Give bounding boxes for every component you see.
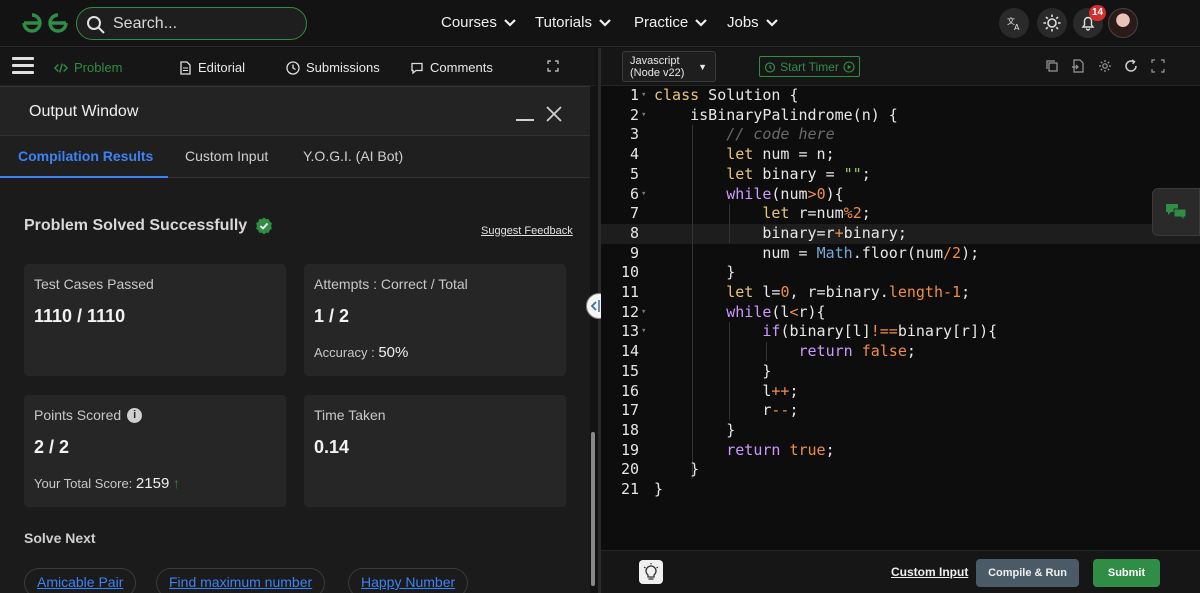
alarm-icon xyxy=(765,61,776,73)
menu-icon[interactable] xyxy=(12,57,34,75)
nav-practice[interactable]: Practice xyxy=(634,14,708,31)
total-score-line: Your Total Score: 2159 ↑ xyxy=(34,475,180,492)
translate-icon[interactable]: 文A xyxy=(999,8,1029,38)
tab-comments-label: Comments xyxy=(430,60,493,75)
fullscreen-icon[interactable] xyxy=(1151,59,1165,73)
theme-toggle-icon[interactable] xyxy=(1037,8,1067,38)
points-card: Points Scored i 2 / 2 Your Total Score: 2… xyxy=(24,395,286,507)
nav-jobs[interactable]: Jobs xyxy=(727,14,779,31)
status-heading: Problem Solved Successfully xyxy=(24,217,273,235)
start-timer-label: Start Timer xyxy=(780,59,839,74)
editor-bottom-bar: Custom Input Compile & Run Submit xyxy=(601,550,1200,593)
expand-icon[interactable] xyxy=(547,60,559,72)
caret-down-icon: ▼ xyxy=(698,62,707,72)
hint-bulb-icon[interactable] xyxy=(639,560,663,584)
language-select[interactable]: Javascript (Node v22) ▼ xyxy=(622,51,716,82)
points-value: 2 / 2 xyxy=(34,437,70,457)
attempts-label: Attempts : Correct / Total xyxy=(314,276,468,292)
solve-next-chip[interactable]: Find maximum number xyxy=(156,568,326,593)
points-label-row: Points Scored i xyxy=(34,407,143,423)
solve-next-chip[interactable]: Happy Number xyxy=(348,568,469,593)
document-icon xyxy=(180,60,191,75)
settings-gear-icon[interactable] xyxy=(1098,59,1112,73)
custom-input-button[interactable]: Custom Input xyxy=(891,565,968,579)
nav-courses-label: Courses xyxy=(441,14,497,31)
accuracy-value: 50% xyxy=(378,344,409,361)
check-badge-icon xyxy=(256,217,273,235)
code-editor[interactable]: 1 ▾ class Solution { 2 ▾ isBinaryPalindrome… xyxy=(601,86,1200,550)
output-window-title: Output Window xyxy=(29,103,139,120)
tab-editorial-label: Editorial xyxy=(198,60,245,75)
solve-next-heading: Solve Next xyxy=(24,530,96,546)
time-value: 0.14 xyxy=(314,437,350,457)
play-icon xyxy=(843,60,855,73)
chevron-down-icon xyxy=(765,18,778,27)
info-icon[interactable]: i xyxy=(127,407,143,423)
start-timer-button[interactable]: Start Timer xyxy=(759,56,860,77)
top-navbar: Search... Courses Tutorials Practice Job… xyxy=(0,0,1200,47)
chat-icon[interactable] xyxy=(1152,188,1200,236)
tab-custom-input[interactable]: Custom Input xyxy=(185,148,268,164)
chevron-down-icon xyxy=(504,18,516,27)
nav-courses[interactable]: Courses xyxy=(441,14,517,31)
time-label: Time Taken xyxy=(314,407,386,423)
solve-next-chip[interactable]: Amicable Pair xyxy=(24,568,137,593)
test-cases-label: Test Cases Passed xyxy=(34,276,154,292)
nav-tutorials[interactable]: Tutorials xyxy=(535,14,612,31)
tab-yogi-ai-bot[interactable]: Y.O.G.I. (AI Bot) xyxy=(303,148,403,164)
test-cases-value: 1110 / 1110 xyxy=(34,306,126,326)
active-tab-indicator xyxy=(0,176,168,178)
accuracy-label: Accuracy : xyxy=(314,345,375,360)
chevron-down-icon xyxy=(695,18,707,27)
clock-icon xyxy=(286,60,300,75)
nav-practice-label: Practice xyxy=(634,14,689,31)
svg-text:A: A xyxy=(1014,23,1020,31)
gfg-logo[interactable] xyxy=(20,9,70,37)
copy-icon[interactable] xyxy=(1045,59,1059,73)
nav-tutorials-label: Tutorials xyxy=(535,14,592,31)
total-score-label: Your Total Score: xyxy=(34,476,133,491)
tab-problem[interactable]: Problem xyxy=(54,60,122,75)
suggest-feedback-link[interactable]: Suggest Feedback xyxy=(481,225,573,237)
comment-icon xyxy=(411,62,423,74)
avatar[interactable] xyxy=(1108,8,1138,38)
scrollbar-thumb[interactable] xyxy=(591,432,595,586)
close-icon[interactable] xyxy=(545,105,563,123)
tab-submissions-label: Submissions xyxy=(306,60,380,75)
code-icon xyxy=(54,62,68,73)
output-window-header: Output Window xyxy=(0,87,590,136)
import-file-icon[interactable] xyxy=(1071,59,1085,73)
output-tabs: Compilation Results Custom Input Y.O.G.I… xyxy=(0,136,590,178)
chevron-down-icon xyxy=(599,18,611,27)
tab-compilation-results[interactable]: Compilation Results xyxy=(18,148,153,164)
tab-submissions[interactable]: Submissions xyxy=(286,60,380,75)
reset-icon[interactable] xyxy=(1124,59,1138,73)
accuracy-line: Accuracy : 50% xyxy=(314,344,408,361)
search-input[interactable]: Search... xyxy=(113,15,177,33)
compile-run-button[interactable]: Compile & Run xyxy=(976,559,1079,587)
nav-jobs-label: Jobs xyxy=(727,14,759,31)
notification-badge: 14 xyxy=(1089,5,1107,21)
minimize-icon[interactable] xyxy=(516,105,534,121)
editor-toolbar: Javascript (Node v22) ▼ Start Timer xyxy=(601,48,1200,86)
arrow-up-icon: ↑ xyxy=(172,475,180,491)
search-bar[interactable]: Search... xyxy=(76,7,307,40)
total-score-value: 2159 xyxy=(135,475,170,492)
tab-comments[interactable]: Comments xyxy=(410,60,493,75)
test-cases-card: Test Cases Passed 1110 / 1110 xyxy=(24,264,286,376)
points-label: Points Scored xyxy=(34,407,122,423)
search-icon xyxy=(87,16,105,34)
attempts-value: 1 / 2 xyxy=(314,306,350,326)
problem-tabs-bar: Problem Editorial Submissions Comments xyxy=(0,48,596,86)
submit-button[interactable]: Submit xyxy=(1093,559,1160,587)
output-window: Output Window Compilation Results Custom… xyxy=(0,86,590,593)
time-card: Time Taken 0.14 xyxy=(304,395,566,507)
tab-editorial[interactable]: Editorial xyxy=(178,60,245,75)
tab-problem-label: Problem xyxy=(74,60,123,75)
status-text: Problem Solved Successfully xyxy=(24,217,248,234)
attempts-card: Attempts : Correct / Total 1 / 2 Accurac… xyxy=(304,264,566,376)
